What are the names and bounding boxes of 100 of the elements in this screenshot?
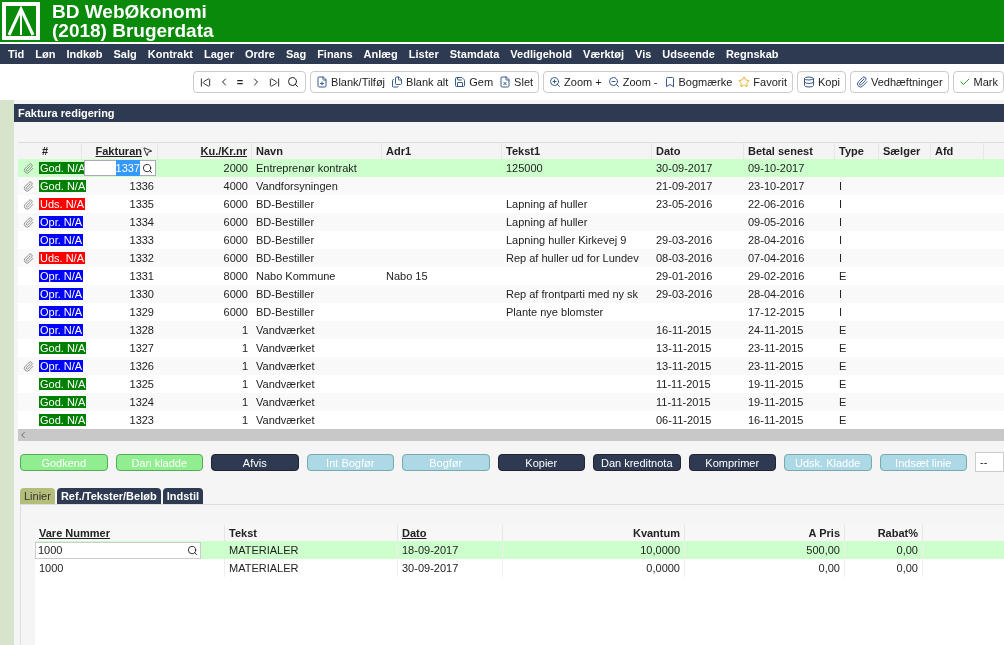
table-cell-text: 18-09-2017: [402, 542, 459, 558]
menu-item[interactable]: Sag: [285, 45, 307, 63]
horizontal-scrollbar[interactable]: [18, 429, 1004, 441]
search-icon[interactable]: [142, 162, 153, 174]
column-header[interactable]: Adr1: [386, 142, 412, 160]
column-header[interactable]: Navn: [256, 142, 283, 160]
table-row[interactable]: Opr. N/A 1330 6000 BD-Bestiller Rep af frontparti med ny sk 29-03-2016 28-04-2016 I: [18, 285, 1004, 303]
toolbar-button[interactable]: Gem: [454, 73, 494, 91]
table-cell-text: 0,0000: [646, 560, 680, 576]
menu-item[interactable]: Lager: [204, 45, 234, 63]
action-field[interactable]: --: [975, 452, 1004, 472]
column-header[interactable]: Dato: [656, 142, 681, 160]
action-button[interactable]: Kopier: [497, 453, 585, 471]
column-header[interactable]: Rabat%: [877, 524, 918, 542]
check-icon: [958, 76, 971, 88]
menu-item[interactable]: Finans: [317, 45, 353, 63]
tab[interactable]: Ref./Tekster/Beløb: [56, 488, 161, 504]
action-button[interactable]: Afvis: [211, 453, 299, 471]
table-cell-text: 6000: [223, 286, 248, 302]
menu-item[interactable]: Stamdata: [449, 45, 500, 63]
menu-item[interactable]: Anlæg: [363, 45, 398, 63]
column-header[interactable]: Fakturan: [95, 142, 142, 160]
search-icon[interactable]: [287, 76, 300, 88]
table-cell-text: Lapning huller Kirkevej 9: [506, 232, 627, 248]
first-record-icon[interactable]: [199, 76, 211, 88]
column-header[interactable]: Ku./Kr.nr: [200, 142, 247, 160]
menu-item[interactable]: Salg: [113, 45, 137, 63]
toolbar-button[interactable]: Slet: [499, 73, 534, 91]
column-header[interactable]: Dato: [402, 524, 427, 542]
toolbar-button[interactable]: Zoom +: [549, 73, 602, 91]
action-button[interactable]: Dan kreditnota: [593, 453, 681, 471]
menu-item[interactable]: Udseende: [662, 45, 715, 63]
toolbar-button[interactable]: Bogmærke: [663, 73, 733, 91]
column-header[interactable]: Sælger: [883, 142, 921, 160]
menu-item[interactable]: Værktøj: [583, 45, 624, 63]
menu-item[interactable]: Løn: [35, 45, 56, 63]
column-header[interactable]: Vare Nummer: [39, 524, 110, 542]
table-cell-text: 21-09-2017: [656, 178, 713, 194]
paperclip-icon: [856, 76, 868, 88]
table-row[interactable]: Opr. N/A 1334 6000 BD-Bestiller Lapning af huller 09-05-2016 I: [18, 213, 1004, 231]
selected-text: 1337: [115, 159, 140, 177]
line-row[interactable]: 1000 MATERIALER 18-09-2017 10,0000 500,00 0,00: [35, 541, 1004, 559]
database-icon: [802, 76, 815, 88]
table-cell-text: 13-11-2015: [656, 340, 712, 356]
column-header[interactable]: #: [42, 142, 49, 160]
menu-item[interactable]: Indkøb: [66, 45, 103, 63]
tab[interactable]: Indstil: [162, 488, 204, 504]
action-button[interactable]: Komprimer: [688, 453, 776, 471]
toolbar-button[interactable]: Blank/Tilføj: [316, 73, 386, 91]
table-cell-text: Vandværket: [256, 322, 315, 338]
table-cell-text: 23-11-2015: [748, 340, 804, 356]
table-cell-text: 1000: [39, 560, 64, 576]
toolbar-button[interactable]: Vedhæftninger: [856, 73, 943, 91]
column-header[interactable]: A Pris: [808, 524, 840, 542]
menu-item[interactable]: Tid: [8, 45, 25, 63]
menu-item[interactable]: Vedligehold: [510, 45, 573, 63]
table-cell-text: 500,00: [806, 542, 840, 558]
table-cell-text: E: [839, 358, 847, 374]
table-cell-text: 16-11-2015: [748, 412, 804, 428]
status-badge: Opr. N/A: [39, 287, 84, 300]
current-record-button[interactable]: =: [236, 73, 244, 91]
menu-item[interactable]: Vis: [635, 45, 652, 63]
last-record-icon[interactable]: [269, 76, 281, 88]
table-row[interactable]: God. N/A 1324 1 Vandværket 11-11-2015 19-11-2015 E: [18, 393, 1004, 411]
table-row[interactable]: Opr. N/A 1328 1 Vandværket 16-11-2015 24-11-2015 E: [18, 321, 1004, 339]
table-cell-text: 30-09-2017: [656, 160, 713, 176]
menu-item[interactable]: Ordre: [244, 45, 275, 63]
column-header[interactable]: Tekst: [229, 524, 257, 542]
toolbar-button[interactable]: Blank alt: [391, 73, 449, 91]
table-row[interactable]: God. N/A 1336 4000 Vandforsyningen 21-09-2017 23-10-2017 I: [18, 177, 1004, 195]
column-header[interactable]: Afd: [935, 142, 954, 160]
table-cell-text: 0,00: [896, 560, 918, 576]
table-cell-text: 09-10-2017: [748, 160, 805, 176]
toolbar-button[interactable]: Favorit: [738, 73, 787, 91]
table-cell-text: Nabo Kommune: [256, 268, 336, 284]
column-header[interactable]: Kvantum: [632, 524, 680, 542]
table-row[interactable]: God. N/A 1337 2000 Entreprenør kontrakt 125000 30-09-2017 09-10-2017: [18, 159, 1004, 177]
toolbar-button[interactable]: Zoom -: [607, 73, 658, 91]
table-cell-text: 1: [241, 376, 248, 392]
column-header[interactable]: Betal senest: [748, 142, 813, 160]
item-number-field[interactable]: 1000: [35, 541, 201, 559]
table-cell-text: 29-03-2016: [656, 232, 713, 248]
menu-item[interactable]: Regnskab: [725, 45, 779, 63]
table-cell-text: 4000: [223, 178, 248, 194]
table-row[interactable]: Opr. N/A 1326 1 Vandværket 13-11-2015 23-11-2015 E: [18, 357, 1004, 375]
tab[interactable]: Linier: [20, 488, 55, 504]
table-cell-text: 11-11-2015: [656, 376, 711, 392]
toolbar-button[interactable]: Mark: [958, 73, 998, 91]
column-header[interactable]: Tekst1: [506, 142, 541, 160]
status-badge: God. N/A: [39, 395, 87, 408]
table-cell-text: 1330: [129, 286, 154, 302]
search-icon[interactable]: [187, 544, 198, 556]
app-subtitle: (2018) Brugerdata: [52, 21, 214, 40]
menu-item[interactable]: Kontrakt: [147, 45, 193, 63]
menu-item[interactable]: Lister: [408, 45, 439, 63]
toolbar-button[interactable]: Kopi: [802, 73, 840, 91]
table-row[interactable]: Uds. N/A 1332 6000 BD-Bestiller Rep af huller ud for Lundev 08-03-2016 07-04-2016 I: [18, 249, 1004, 267]
column-header[interactable]: Type: [839, 142, 864, 160]
table-cell-text: 8000: [223, 268, 248, 284]
table-cell-text: BD-Bestiller: [256, 250, 315, 266]
